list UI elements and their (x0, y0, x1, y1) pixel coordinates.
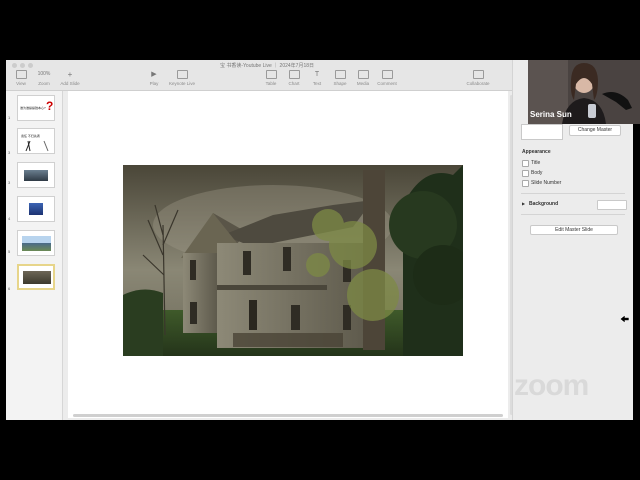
play-button[interactable]: ▶ Play (141, 70, 167, 86)
slide-photo-abandoned-house[interactable] (123, 165, 463, 356)
thumbnail-caption: 责任 不归先者 (21, 134, 40, 138)
collaborate-icon (472, 70, 484, 79)
stick-figure-graphic (25, 140, 49, 152)
slide-thumbnail-3[interactable] (17, 162, 55, 188)
media-icon (357, 70, 369, 79)
window-title: 宝 书香读-Youtube Live ｜ 2024年7月18日 (219, 63, 315, 69)
table-icon (265, 70, 277, 79)
keynote-live-icon (176, 70, 188, 79)
slide-number-label: Slide Number (531, 180, 562, 186)
slide-number: 5 (8, 249, 11, 254)
question-mark-graphic: ? (46, 99, 54, 113)
divider (521, 193, 625, 194)
slide-thumbnail-2[interactable]: 责任 不归先者 (17, 128, 55, 154)
thumbnail-caption: 谁为谁操操弛本心? (20, 106, 46, 110)
slide-canvas (63, 91, 513, 420)
thumbnail-photo (24, 170, 48, 181)
horizontal-scrollbar[interactable] (73, 414, 503, 417)
disclosure-triangle-icon[interactable]: ▶ (522, 201, 525, 206)
slide-number: 1 (8, 115, 11, 120)
participant-video-tile[interactable]: Serina Sun (528, 60, 640, 124)
edit-master-slide-button[interactable]: Edit Master Slide (530, 225, 618, 235)
house-photo-image (123, 165, 463, 356)
plus-icon: + (67, 70, 73, 79)
toolbar: 宝 书香读-Youtube Live ｜ 2024年7月18日 View 100… (6, 60, 528, 91)
thumbnail-photo (22, 236, 51, 251)
thumbnail-photo (29, 203, 43, 215)
background-heading: Background (529, 201, 559, 207)
view-icon (15, 70, 27, 79)
thumbnail-photo (23, 271, 51, 284)
zoom-value: 100% (37, 71, 51, 77)
zoom-dropdown[interactable]: 100% Zoom (31, 70, 57, 86)
divider (521, 214, 625, 215)
comment-button[interactable]: Comment (374, 70, 400, 86)
appearance-heading: Appearance (522, 149, 551, 155)
master-preview (521, 124, 563, 140)
slide-number-checkbox[interactable] (522, 180, 529, 187)
slide-number: 3 (8, 150, 11, 155)
comment-icon (381, 70, 393, 79)
participant-name: Serina Sun (530, 110, 572, 119)
slide-number: 6 (8, 286, 11, 291)
slide-thumbnail-6-selected[interactable] (17, 264, 55, 290)
slide-navigator: 1 谁为谁操操弛本心? ? 3 责任 不归先者 3 4 5 6 (6, 91, 63, 420)
title-label: Title (531, 160, 541, 166)
keynote-live-button[interactable]: Keynote Live (167, 70, 197, 86)
media-button[interactable]: Media (350, 70, 376, 86)
add-slide-button[interactable]: + Add Slide (57, 70, 83, 86)
body-checkbox[interactable] (522, 170, 529, 177)
keynote-window: 宝 书香读-Youtube Live ｜ 2024年7月18日 View 100… (6, 60, 528, 420)
slide-thumbnail-1[interactable]: 谁为谁操操弛本心? ? (17, 95, 55, 121)
play-icon: ▶ (151, 71, 157, 78)
title-checkbox[interactable] (522, 160, 529, 167)
collaborate-button[interactable]: Collaborate (462, 70, 494, 86)
body-label: Body (531, 170, 543, 176)
slide-number: 4 (8, 216, 11, 221)
change-master-button[interactable]: Change Master (569, 125, 621, 136)
zoom-logo-watermark: zoom (514, 369, 589, 402)
shape-icon (334, 70, 346, 79)
chart-icon (288, 70, 300, 79)
slide-thumbnail-4[interactable] (17, 196, 55, 222)
slide-thumbnail-5[interactable] (17, 230, 55, 256)
slide-number: 3 (8, 180, 11, 185)
background-color-well[interactable] (597, 200, 627, 210)
current-slide[interactable] (68, 91, 508, 418)
cursor-arrow-icon (620, 315, 630, 323)
